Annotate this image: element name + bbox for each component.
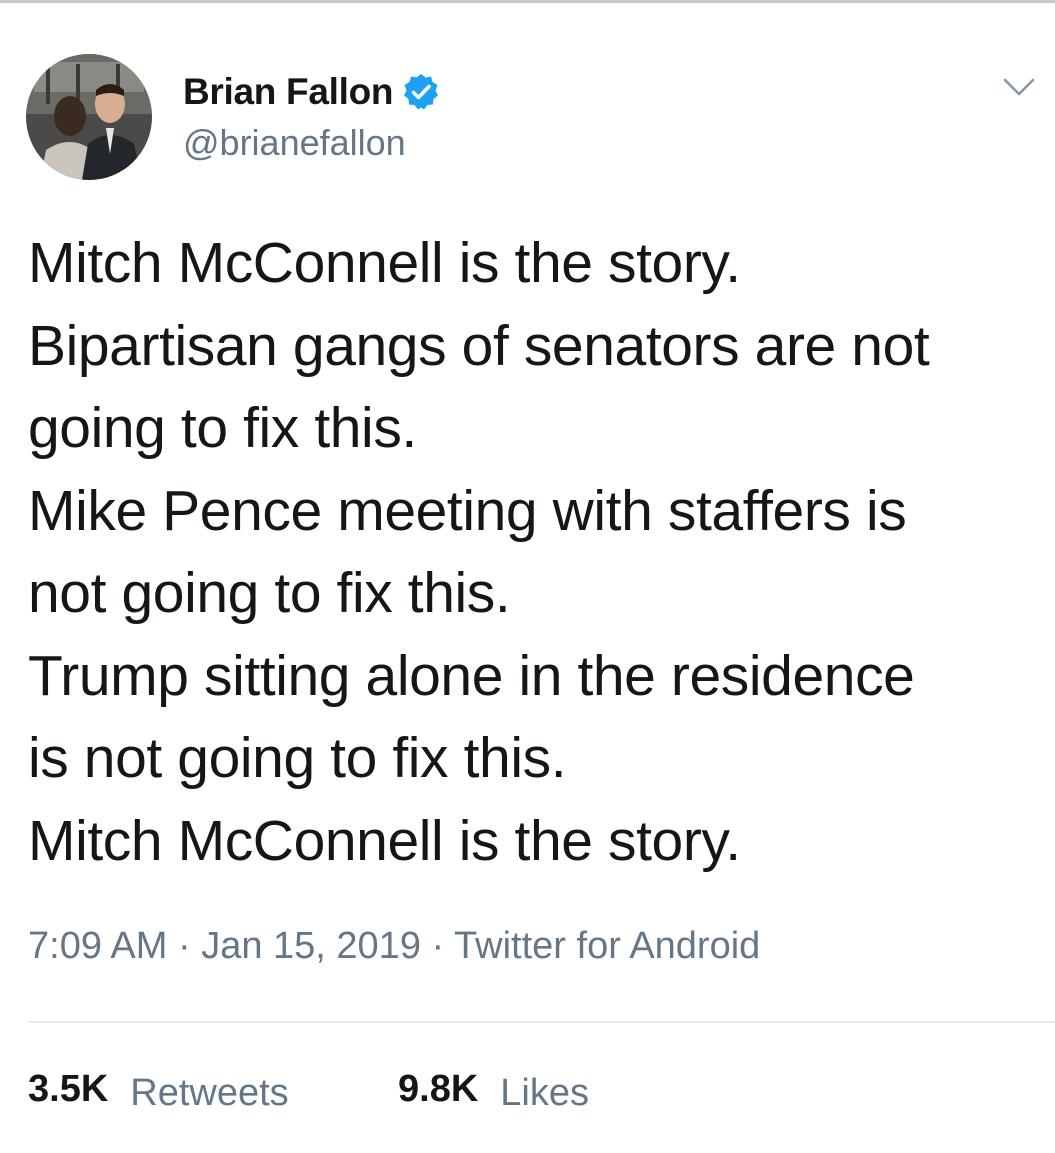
tweet-line: is not going to fix this. xyxy=(28,726,567,790)
profile-photo-icon xyxy=(26,54,152,180)
tweet-line: Mitch McConnell is the story. xyxy=(28,808,741,873)
likes-count: 9.8K xyxy=(398,1068,479,1110)
tweet-source[interactable]: Twitter for Android xyxy=(454,925,760,967)
avatar[interactable] xyxy=(26,54,152,180)
tweet-header: Brian Fallon @brianefallon xyxy=(26,54,1036,180)
display-name[interactable]: Brian Fallon xyxy=(183,71,394,113)
meta-separator: · xyxy=(420,925,455,967)
verified-badge-icon xyxy=(404,74,439,110)
retweets-label: Retweets xyxy=(130,1072,289,1114)
tweet-line: Mitch McConnell is the story. xyxy=(28,231,741,295)
chevron-down-icon[interactable] xyxy=(1002,70,1036,104)
author-name-row[interactable]: Brian Fallon xyxy=(183,70,441,114)
top-divider xyxy=(0,0,1055,3)
tweet-line: Mike Pence meeting with staffers is xyxy=(28,478,907,543)
tweet-meta: 7:09 AM · Jan 15, 2019 · Twitter for And… xyxy=(28,925,760,968)
likes-label: Likes xyxy=(500,1072,589,1114)
meta-separator: · xyxy=(167,925,202,967)
retweets-stat[interactable]: 3.5K Retweets xyxy=(28,1068,289,1114)
handle[interactable]: @brianefallon xyxy=(183,122,406,164)
tweet-line: not going to fix this. xyxy=(28,561,511,625)
retweets-count: 3.5K xyxy=(28,1068,109,1110)
tweet-text: Mitch McConnell is the story. Bipartisan… xyxy=(28,222,1050,882)
tweet-time[interactable]: 7:09 AM xyxy=(28,925,167,967)
likes-stat[interactable]: 9.8K Likes xyxy=(398,1068,589,1114)
tweet-line: going to fix this. xyxy=(28,396,417,460)
stats-divider xyxy=(28,1021,1055,1023)
tweet-line: Bipartisan gangs of senators are not xyxy=(28,313,930,378)
tweet-date[interactable]: Jan 15, 2019 xyxy=(201,925,421,967)
tweet-line: Trump sitting alone in the residence xyxy=(28,643,915,708)
